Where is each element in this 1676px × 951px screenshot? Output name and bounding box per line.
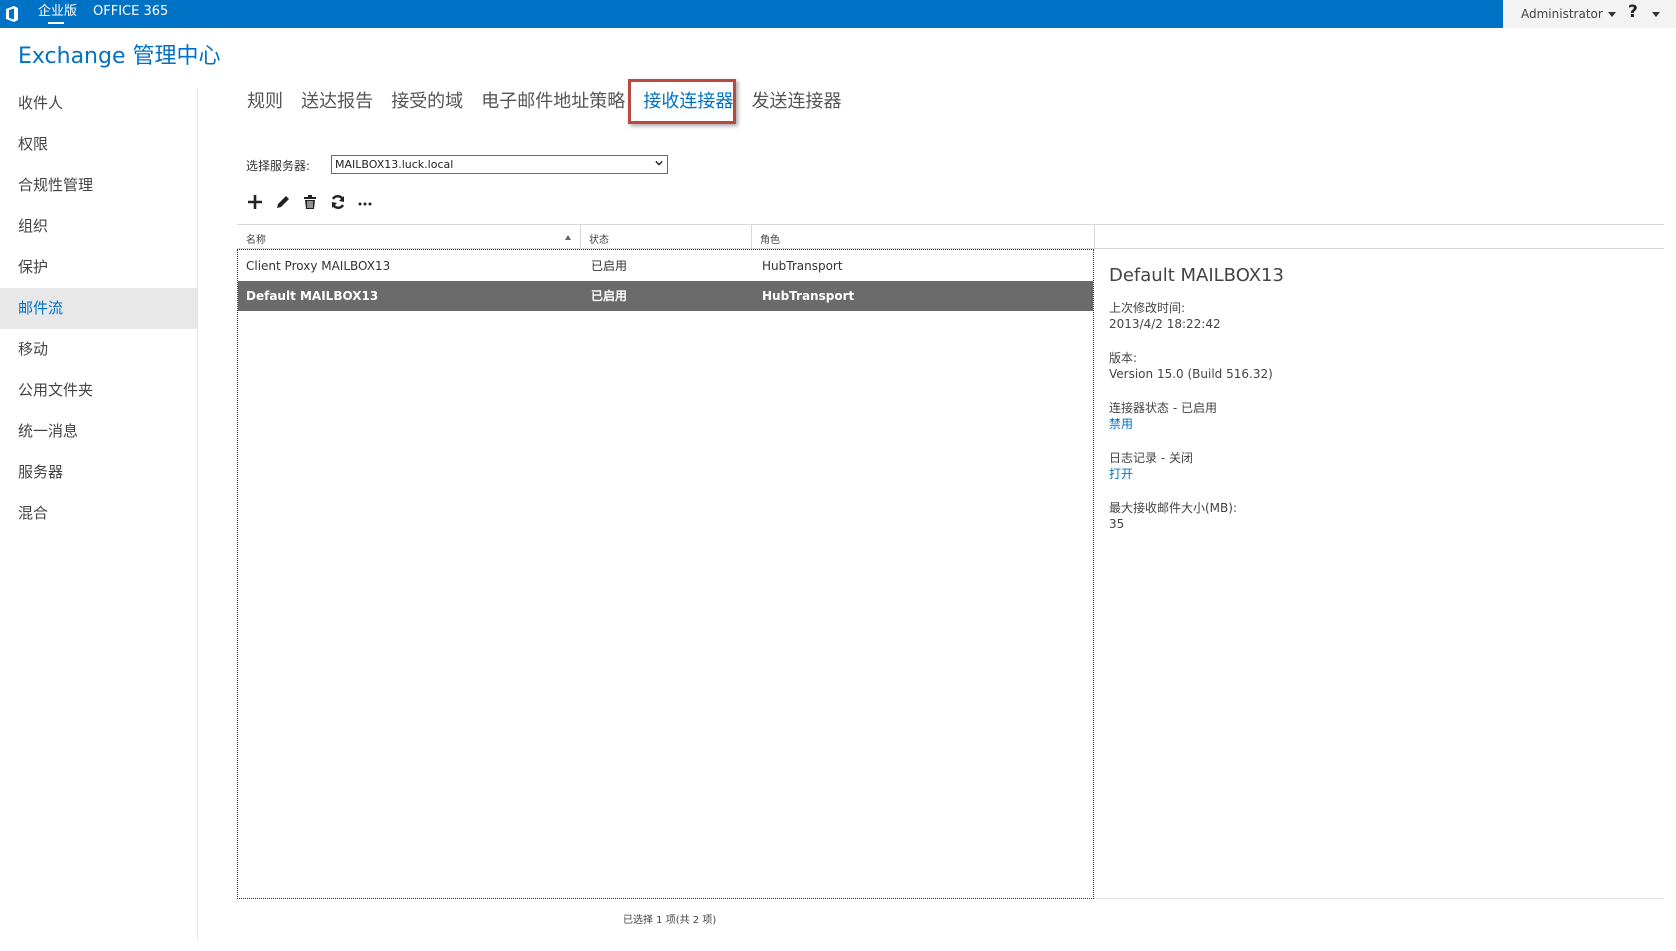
sidebar-item-protection[interactable]: 保护 [0,247,197,288]
tab-accepted-domains[interactable]: 接受的域 [391,87,463,113]
details-max-size: 最大接收邮件大小(MB): 35 [1109,500,1649,532]
sidebar-item-servers[interactable]: 服务器 [0,452,197,493]
edition-indicator [48,22,64,24]
details-divider [1094,898,1664,899]
top-bar: 企业版 OFFICE 365 Administrator ? [0,0,1676,28]
row-name: Client Proxy MAILBOX13 [246,259,391,273]
disable-link[interactable]: 禁用 [1109,416,1649,432]
sidebar-item-public-folders[interactable]: 公用文件夹 [0,370,197,411]
edition-link[interactable]: 企业版 [38,0,77,24]
details-version: 版本: Version 15.0 (Build 516.32) [1109,350,1649,382]
row-name: Default MAILBOX13 [246,289,379,303]
chevron-down-icon [655,160,663,166]
tab-rules[interactable]: 规则 [247,87,283,113]
modified-label: 上次修改时间: [1109,301,1186,315]
details-logging: 日志记录 - 关闭 打开 [1109,450,1649,482]
tab-highlight-box [628,79,736,124]
grid-header: 名称 状态 角色 [237,224,1664,249]
version-value: Version 15.0 (Build 516.32) [1109,367,1273,381]
tab-bar: 规则 送达报告 接受的域 电子邮件地址策略 接收连接器 发送连接器 [247,87,854,113]
sidebar-item-mobile[interactable]: 移动 [0,329,197,370]
max-size-label: 最大接收邮件大小(MB): [1109,501,1237,515]
logging-status-text: 日志记录 - 关闭 [1109,451,1193,465]
row-role: HubTransport [762,259,843,273]
sidebar-item-recipients[interactable]: 收件人 [0,83,197,124]
selection-status: 已选择 1 项(共 2 项) [623,915,717,926]
details-title: Default MAILBOX13 [1109,265,1284,286]
sidebar-item-hybrid[interactable]: 混合 [0,493,197,534]
edit-icon[interactable] [274,193,292,211]
sidebar-item-unified-messaging[interactable]: 统一消息 [0,411,197,452]
server-select-value: MAILBOX13.luck.local [335,158,454,171]
sidebar-item-organization[interactable]: 组织 [0,206,197,247]
connector-status-text: 连接器状态 - 已启用 [1109,401,1217,415]
column-header-name[interactable]: 名称 [246,231,266,246]
server-select[interactable]: MAILBOX13.luck.local [331,155,668,174]
sidebar-item-compliance[interactable]: 合规性管理 [0,165,197,206]
column-header-status[interactable]: 状态 [589,231,609,246]
office-logo-icon[interactable] [5,6,19,22]
office365-link[interactable]: OFFICE 365 [93,0,168,24]
sort-ascending-icon [565,235,571,240]
server-select-label: 选择服务器: [246,159,311,173]
more-icon[interactable] [356,193,374,211]
delete-icon[interactable] [301,193,319,211]
column-header-role[interactable]: 角色 [760,231,780,246]
column-separator [1094,225,1095,249]
help-button[interactable]: ? [1628,2,1638,22]
row-role: HubTransport [762,289,855,303]
table-row[interactable]: Client Proxy MAILBOX13 已启用 HubTransport [238,251,1093,281]
sidebar-item-permissions[interactable]: 权限 [0,124,197,165]
user-menu-button[interactable]: Administrator [1521,0,1603,28]
refresh-icon[interactable] [329,193,347,211]
version-label: 版本: [1109,351,1138,365]
details-connector-status: 连接器状态 - 已启用 禁用 [1109,400,1649,432]
user-area: Administrator ? [1503,0,1676,28]
tab-delivery-reports[interactable]: 送达报告 [301,87,373,113]
column-separator[interactable] [751,225,752,249]
details-pane: Default MAILBOX13 上次修改时间: 2013/4/2 18:22… [1109,265,1649,550]
sidebar: 收件人 权限 合规性管理 组织 保护 邮件流 移动 公用文件夹 统一消息 服务器… [0,83,197,534]
enable-logging-link[interactable]: 打开 [1109,466,1649,482]
column-separator[interactable] [580,225,581,249]
chevron-down-icon[interactable] [1608,12,1616,17]
sidebar-item-mail-flow[interactable]: 邮件流 [0,288,197,329]
connector-list: Client Proxy MAILBOX13 已启用 HubTransport … [237,249,1094,899]
max-size-value: 35 [1109,517,1125,531]
modified-value: 2013/4/2 18:22:42 [1109,317,1221,331]
details-modified: 上次修改时间: 2013/4/2 18:22:42 [1109,300,1649,332]
app-title: Exchange 管理中心 [18,44,221,69]
row-status: 已启用 [591,289,628,303]
chevron-down-icon[interactable] [1652,12,1660,17]
tab-email-address-policies[interactable]: 电子邮件地址策略 [481,87,625,113]
tab-send-connectors[interactable]: 发送连接器 [751,87,841,113]
sidebar-divider [197,88,198,941]
table-row-selected[interactable]: Default MAILBOX13 已启用 HubTransport [238,281,1093,311]
row-status: 已启用 [591,259,628,273]
add-icon[interactable] [246,193,264,211]
